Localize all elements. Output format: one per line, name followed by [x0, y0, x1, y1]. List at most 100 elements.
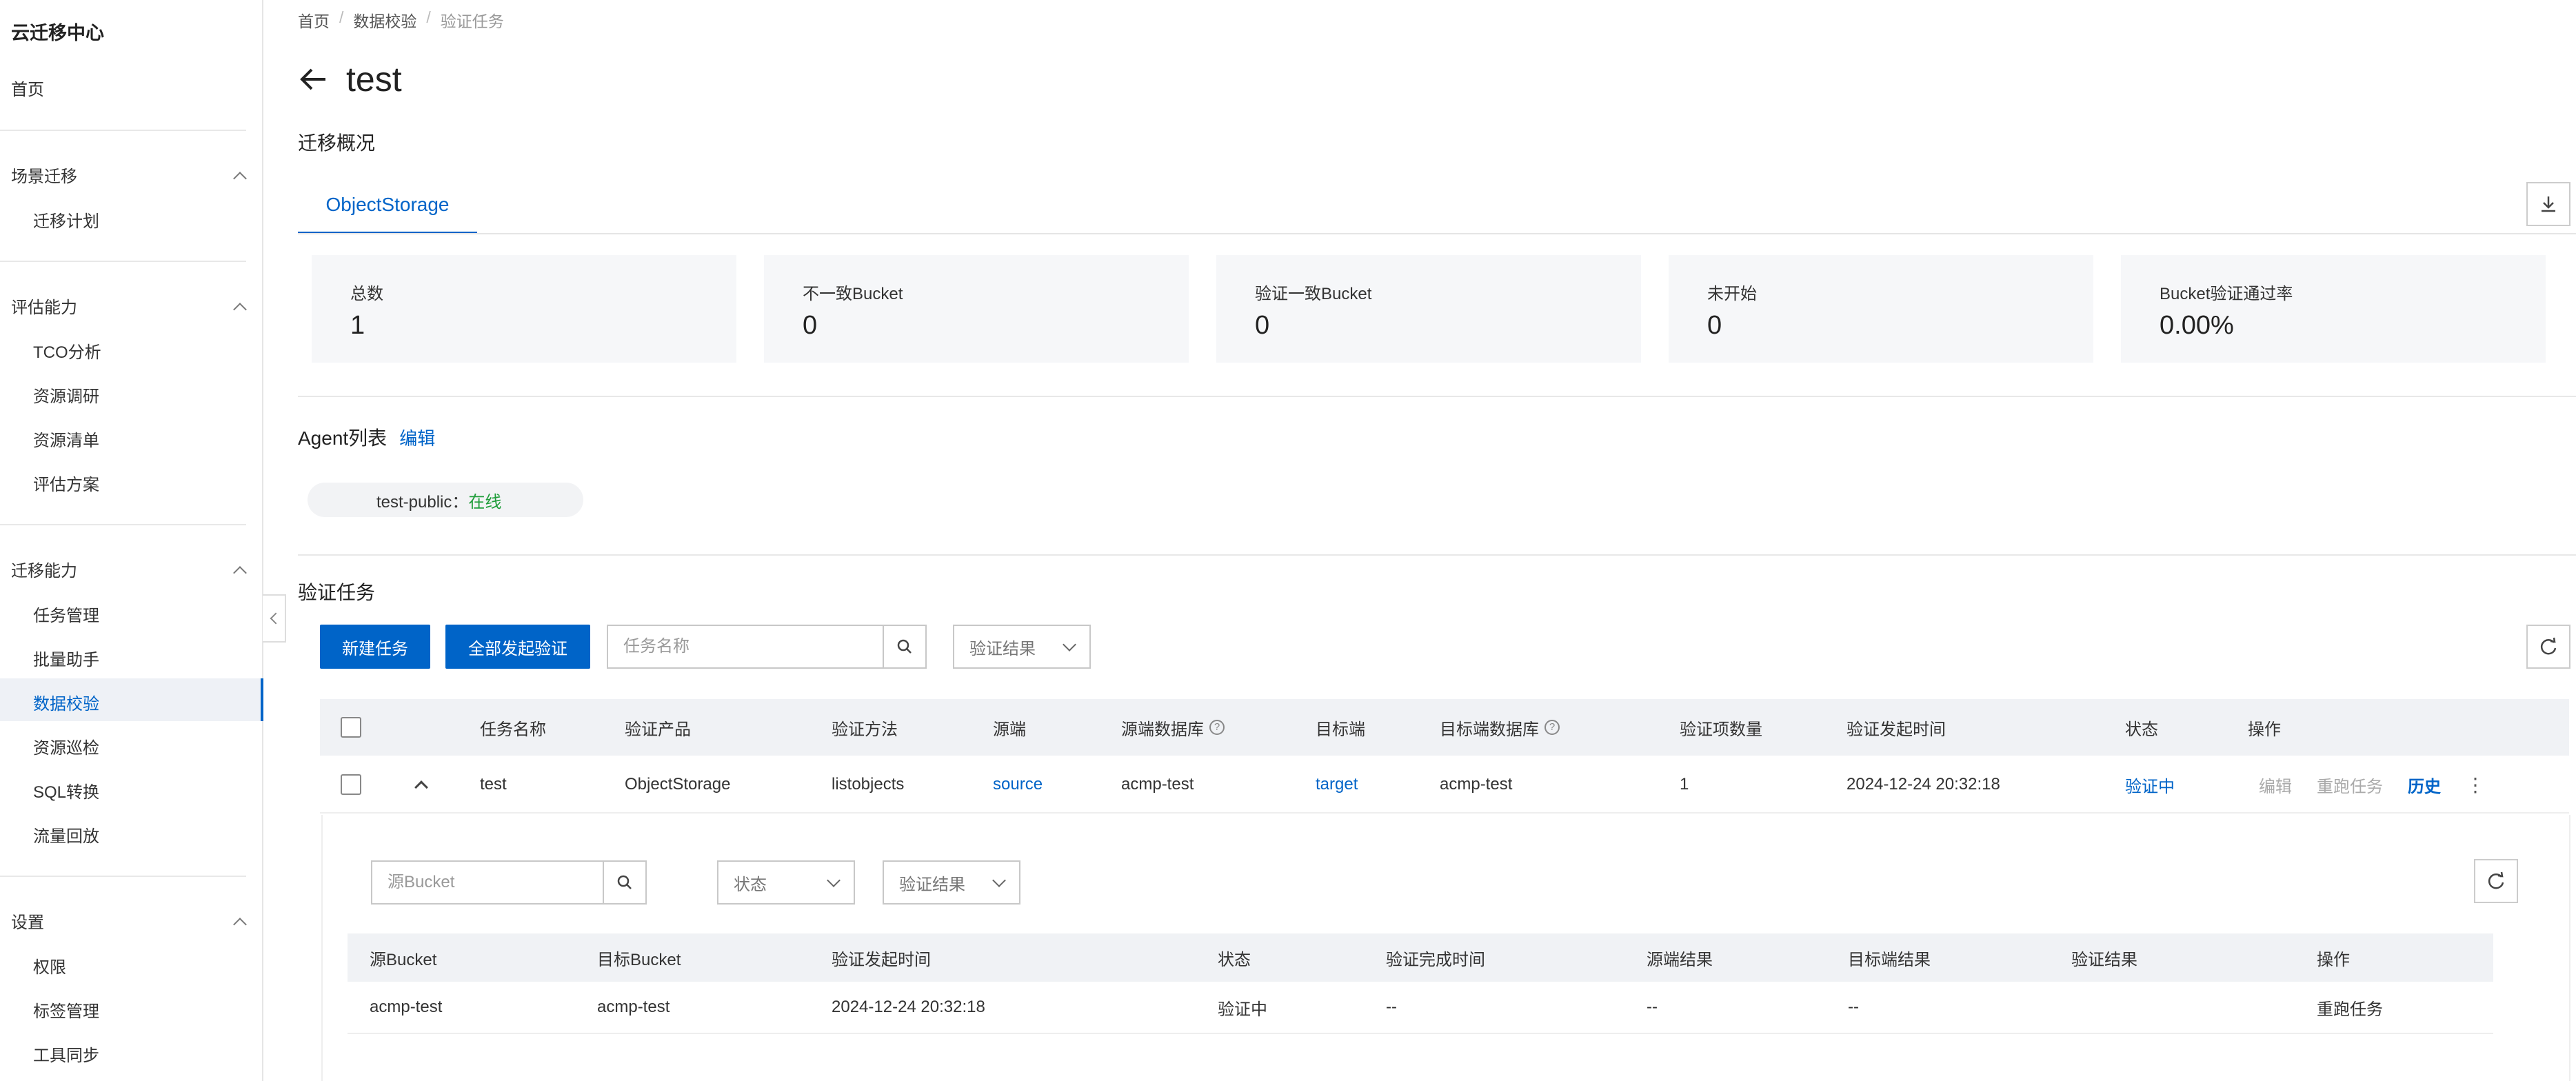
table-row: acmp-test acmp-test 2024-12-24 20:32:18 … — [348, 982, 2493, 1034]
refresh-button[interactable] — [2526, 625, 2570, 669]
column-header: 验证产品 — [625, 720, 691, 739]
chevron-down-icon — [992, 873, 1006, 887]
column-header: 验证完成时间 — [1386, 950, 1485, 969]
download-icon — [2542, 196, 2555, 212]
bucket-start-time: 2024-12-24 20:32:18 — [832, 998, 985, 1016]
validation-result-select[interactable]: 验证结果 — [953, 625, 1091, 669]
new-task-button[interactable]: 新建任务 — [320, 625, 430, 669]
chevron-up-icon — [414, 780, 428, 794]
refresh-icon — [2540, 637, 2557, 655]
column-header-target-db: 目标端数据库? — [1440, 699, 1560, 756]
sidebar-item-tag-management[interactable]: 标签管理 — [33, 998, 99, 1022]
bucket-table-header: 源Bucket 目标Bucket 验证发起时间 状态 验证完成时间 源端结果 目… — [348, 933, 2493, 982]
divider — [298, 396, 2576, 397]
bucket-source-result: -- — [1647, 998, 1658, 1016]
help-icon[interactable]: ? — [1209, 720, 1225, 735]
bucket-target-result: -- — [1848, 998, 1859, 1016]
stat-card-consistent: 验证一致Bucket 0 — [1216, 255, 1641, 363]
sidebar-item-migration-plan[interactable]: 迁移计划 — [33, 208, 99, 232]
back-arrow-icon[interactable] — [298, 64, 328, 94]
sidebar-item-data-validation[interactable]: 数据校验 — [33, 690, 99, 714]
bucket-rerun-action[interactable]: 重跑任务 — [2317, 982, 2383, 1033]
task-target-db: acmp-test — [1440, 775, 1513, 794]
task-source-db: acmp-test — [1121, 775, 1194, 794]
breadcrumb-current: 验证任务 — [440, 12, 504, 30]
page-title: test — [346, 60, 402, 99]
sidebar-group-settings[interactable]: 设置 — [11, 909, 245, 933]
stat-value: 0 — [803, 311, 818, 340]
search-button[interactable] — [603, 862, 645, 903]
bucket-status-link[interactable]: 验证中 — [1218, 982, 1267, 1033]
sub-validation-result-select[interactable]: 验证结果 — [883, 860, 1020, 905]
sidebar-item-traffic-replay[interactable]: 流量回放 — [33, 822, 99, 847]
column-header-label: 目标端数据库 — [1440, 720, 1539, 739]
task-item-count: 1 — [1680, 775, 1689, 794]
refresh-icon — [2488, 871, 2504, 889]
sidebar-item-task-management[interactable]: 任务管理 — [33, 602, 99, 626]
status-select[interactable]: 状态 — [717, 860, 855, 905]
sidebar-collapse-button[interactable] — [263, 594, 286, 643]
task-source-link[interactable]: source — [993, 756, 1043, 814]
task-table-header: 任务名称 验证产品 验证方法 源端 源端数据库? 目标端 目标端数据库? 验证项… — [320, 699, 2569, 756]
sidebar-group-label: 迁移能力 — [11, 562, 77, 580]
sidebar-item-sql-convert[interactable]: SQL转换 — [33, 778, 99, 802]
tab-objectstorage[interactable]: ObjectStorage — [298, 178, 477, 234]
history-action[interactable]: 历史 — [2408, 756, 2441, 814]
stat-card-not-started: 未开始 0 — [1669, 255, 2093, 363]
breadcrumb-home[interactable]: 首页 — [298, 8, 330, 32]
column-header: 验证结果 — [2071, 950, 2137, 969]
sidebar-group-label: 场景迁移 — [11, 168, 77, 186]
sidebar-item-assessment-plan[interactable]: 评估方案 — [33, 471, 99, 495]
rerun-action[interactable]: 重跑任务 — [2317, 756, 2383, 814]
stat-value: 0 — [1255, 311, 1270, 340]
overview-title: 迁移概况 — [298, 132, 376, 154]
stat-card-inconsistent: 不一致Bucket 0 — [764, 255, 1189, 363]
divider — [0, 261, 246, 262]
run-all-validation-button[interactable]: 全部发起验证 — [445, 625, 590, 669]
more-options-icon[interactable]: ⋮ — [2466, 756, 2485, 814]
sub-refresh-button[interactable] — [2474, 859, 2518, 903]
sidebar-item-resource-survey[interactable]: 资源调研 — [33, 383, 99, 407]
agent-list-title: Agent列表 — [298, 427, 388, 449]
sidebar-group-assessment[interactable]: 评估能力 — [11, 294, 245, 318]
help-icon[interactable]: ? — [1544, 720, 1560, 735]
sidebar-group-migration[interactable]: 迁移能力 — [11, 557, 245, 581]
task-name-input[interactable] — [608, 626, 883, 667]
task-status-link[interactable]: 验证中 — [2125, 756, 2175, 814]
select-all-checkbox[interactable] — [341, 717, 361, 738]
column-header: 验证发起时间 — [1847, 720, 1946, 739]
edit-action[interactable]: 编辑 — [2259, 756, 2292, 814]
row-checkbox[interactable] — [341, 774, 361, 795]
sidebar-item-batch-assistant[interactable]: 批量助手 — [33, 646, 99, 670]
sidebar-group-label: 设置 — [11, 913, 44, 932]
sidebar-item-permissions[interactable]: 权限 — [33, 953, 66, 978]
source-bucket-input[interactable] — [372, 862, 603, 903]
stat-label: 未开始 — [1707, 285, 1757, 303]
chevron-left-icon — [270, 612, 282, 625]
column-header: 源Bucket — [370, 950, 437, 969]
breadcrumb-data-validation[interactable]: 数据校验 — [353, 8, 416, 32]
chevron-up-icon — [233, 169, 245, 181]
task-target-link[interactable]: target — [1316, 756, 1358, 814]
column-header: 验证项数量 — [1680, 720, 1762, 739]
row-checkbox-cell[interactable] — [341, 756, 361, 814]
sidebar-item-tco[interactable]: TCO分析 — [33, 339, 101, 363]
sidebar-title: 云迁移中心 — [11, 23, 104, 43]
sidebar-item-tool-sync[interactable]: 工具同步 — [33, 1042, 99, 1066]
divider — [298, 554, 2576, 556]
sidebar-item-resource-list[interactable]: 资源清单 — [33, 427, 99, 451]
agent-edit-link[interactable]: 编辑 — [399, 425, 435, 450]
sidebar-item-home[interactable]: 首页 — [11, 76, 44, 100]
column-header: 操作 — [2248, 720, 2281, 739]
expand-toggle[interactable] — [414, 756, 428, 814]
search-button[interactable] — [883, 626, 925, 667]
tasks-title: 验证任务 — [298, 582, 376, 603]
sidebar-group-scene[interactable]: 场景迁移 — [11, 163, 245, 187]
sidebar-item-resource-inspection[interactable]: 资源巡检 — [33, 734, 99, 758]
agent-tag: test-public： 在线 — [308, 483, 583, 517]
task-search-box — [607, 625, 927, 669]
download-button[interactable] — [2526, 182, 2570, 226]
divider — [0, 524, 246, 525]
bucket-search-box — [371, 860, 647, 905]
select-all-checkbox-cell[interactable] — [341, 699, 361, 756]
